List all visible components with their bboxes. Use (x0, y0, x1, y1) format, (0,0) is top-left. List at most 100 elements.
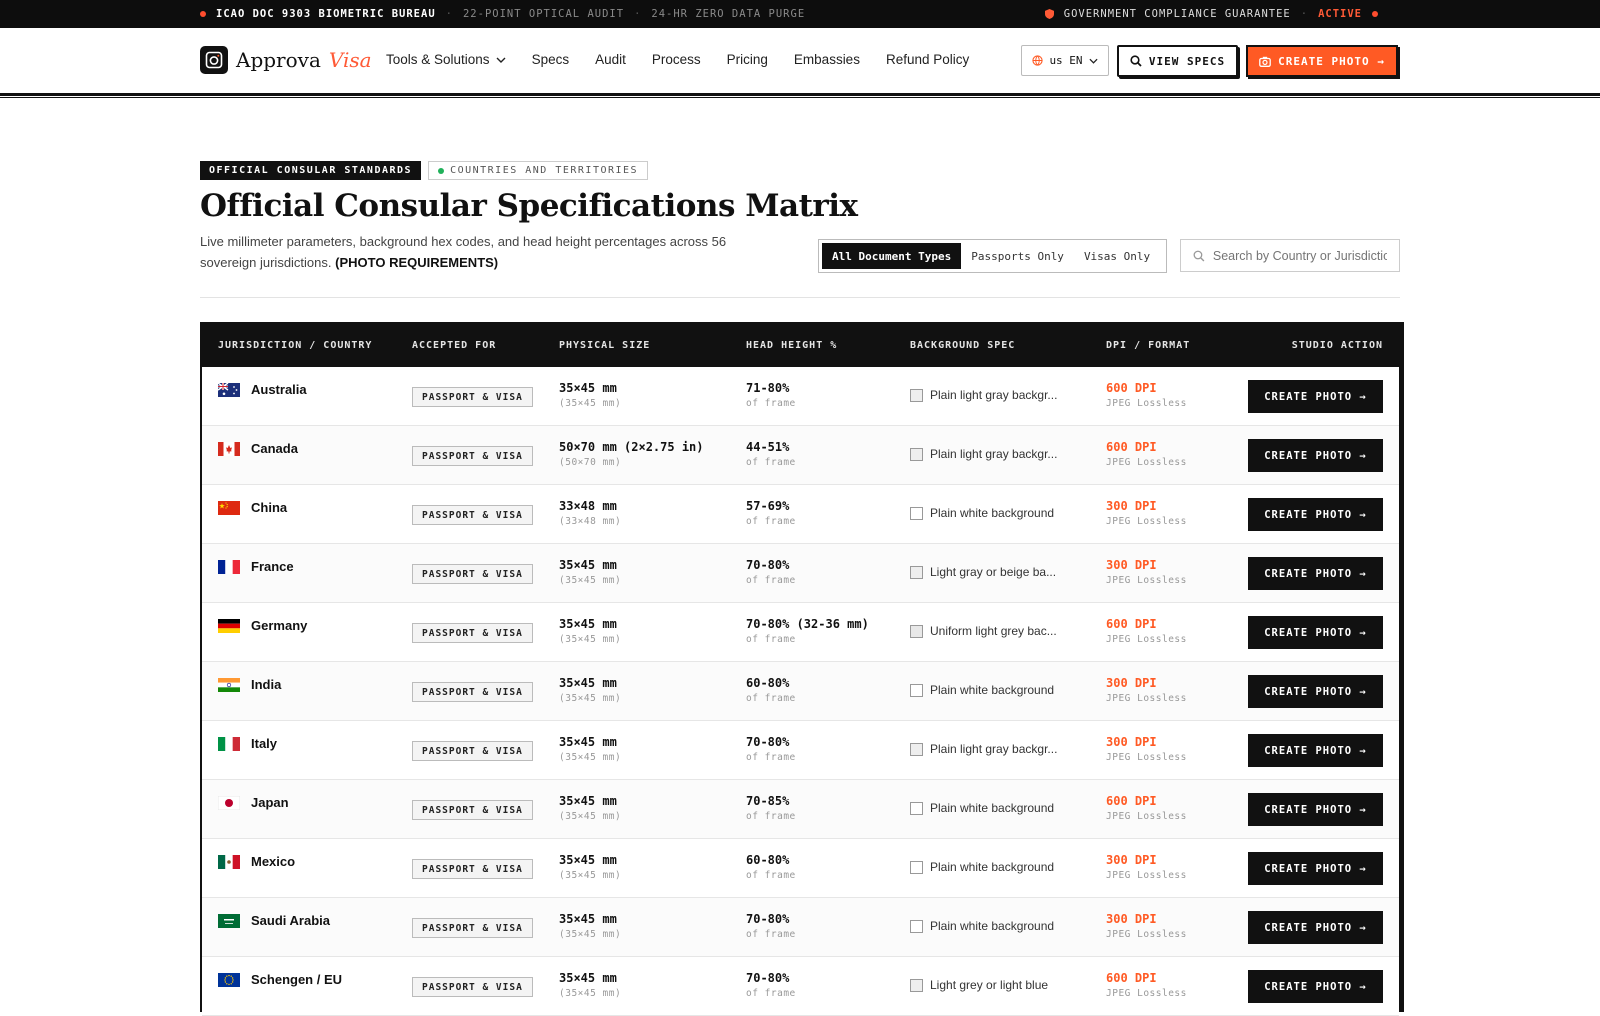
filter-passports-only[interactable]: Passports Only (961, 243, 1074, 269)
section-divider (200, 297, 1400, 298)
col-background-spec[interactable]: BACKGROUND SPEC (910, 340, 1015, 351)
create-photo-header-button[interactable]: CREATE PHOTO → (1246, 45, 1398, 77)
topbar-audit: 22-POINT OPTICAL AUDIT (462, 8, 625, 20)
country-name: Canada (251, 441, 298, 456)
create-photo-button[interactable]: CREATE PHOTO → (1248, 557, 1383, 590)
physical-size-cell: 35×45 mm (35×45 mm) (559, 853, 621, 881)
head-height-sub: of frame (746, 575, 796, 586)
background-swatch (910, 860, 923, 874)
physical-size-sub: (35×45 mm) (559, 575, 622, 586)
head-height-sub: of frame (746, 988, 796, 999)
head-height-cell: 71-80% of frame (746, 381, 796, 409)
status-dot-icon (1372, 11, 1378, 17)
background-swatch (910, 388, 923, 402)
create-photo-button[interactable]: CREATE PHOTO → (1248, 498, 1383, 531)
dpi-value: 600 DPI (1106, 440, 1157, 454)
search-icon (1130, 55, 1142, 67)
dpi-format-cell: 600 DPI JPEG Lossless (1106, 381, 1187, 409)
dpi-format-cell: 600 DPI JPEG Lossless (1106, 617, 1187, 645)
format-value: JPEG Lossless (1106, 693, 1187, 704)
logo-name: Approva (236, 48, 321, 72)
camera-logo-icon (200, 46, 228, 74)
language-selector[interactable]: us EN (1021, 45, 1109, 76)
background-spec: Plain light gray backgr... (930, 742, 1058, 756)
physical-size: 35×45 mm (559, 853, 617, 867)
view-specs-button[interactable]: VIEW SPECS (1117, 45, 1238, 77)
physical-size: 35×45 mm (559, 971, 617, 985)
physical-size-sub: (35×45 mm) (559, 929, 622, 940)
main-nav: Tools & Solutions Specs Audit Process Pr… (386, 52, 969, 67)
physical-size: 50×70 mm (2×2.75 in) (559, 440, 704, 454)
dpi-format-cell: 300 DPI JPEG Lossless (1106, 676, 1187, 704)
dpi-format-cell: 300 DPI JPEG Lossless (1106, 499, 1187, 527)
background-spec-cell: Uniform light grey bac... (910, 624, 1057, 638)
head-height-cell: 60-80% of frame (746, 676, 796, 704)
country-cell: Schengen / EU (218, 972, 342, 987)
dpi-value: 300 DPI (1106, 853, 1157, 867)
create-photo-button[interactable]: CREATE PHOTO → (1248, 675, 1383, 708)
head-height-cell: 70-80% of frame (746, 558, 796, 586)
topbar-status: ACTIVE (1318, 8, 1362, 20)
col-head-height[interactable]: HEAD HEIGHT % (746, 340, 837, 351)
head-height-cell: 60-80% of frame (746, 853, 796, 881)
head-height-sub: of frame (746, 929, 796, 940)
head-height: 70-80% (32-36 mm) (746, 617, 869, 631)
create-photo-button[interactable]: CREATE PHOTO → (1248, 970, 1383, 1003)
create-photo-button[interactable]: CREATE PHOTO → (1248, 734, 1383, 767)
filter-all-document-types[interactable]: All Document Types (822, 243, 962, 269)
head-height: 70-85% (746, 794, 790, 808)
col-dpi-format[interactable]: DPI / FORMAT (1106, 340, 1190, 351)
col-physical-size[interactable]: PHYSICAL SIZE (559, 340, 650, 351)
table-row: China PASSPORT & VISA 33×48 mm (33×48 mm) 57… (202, 485, 1399, 544)
physical-size-cell: 35×45 mm (35×45 mm) (559, 381, 621, 409)
search-input[interactable] (1212, 248, 1387, 263)
format-value: JPEG Lossless (1106, 457, 1187, 468)
format-value: JPEG Lossless (1106, 870, 1187, 881)
nav-tools-solutions[interactable]: Tools & Solutions (386, 52, 506, 67)
nav-specs[interactable]: Specs (532, 52, 570, 67)
topbar-separator: · (634, 8, 642, 20)
head-height-sub: of frame (746, 457, 796, 468)
accepted-for-tag: PASSPORT & VISA (412, 564, 533, 584)
head-height: 70-80% (746, 558, 790, 572)
create-photo-button[interactable]: CREATE PHOTO → (1248, 439, 1383, 472)
table-row: Schengen / EU PASSPORT & VISA 35×45 mm (35×… (202, 957, 1399, 1016)
country-search[interactable] (1180, 239, 1400, 272)
create-photo-button[interactable]: CREATE PHOTO → (1248, 616, 1383, 649)
physical-size-cell: 35×45 mm (35×45 mm) (559, 676, 621, 704)
filter-visas-only[interactable]: Visas Only (1074, 243, 1160, 269)
nav-refund-policy[interactable]: Refund Policy (886, 52, 969, 67)
nav-audit[interactable]: Audit (595, 52, 626, 67)
country-cell: Japan (218, 795, 289, 810)
top-status-bar: ICAO DOC 9303 BIOMETRIC BUREAU · 22-POIN… (0, 0, 1600, 28)
create-photo-button[interactable]: CREATE PHOTO → (1248, 911, 1383, 944)
physical-size: 33×48 mm (559, 499, 617, 513)
nav-process[interactable]: Process (652, 52, 701, 67)
page-subtitle: Live millimeter parameters, background h… (200, 231, 760, 273)
flag-au-icon (218, 382, 240, 397)
country-cell: Italy (218, 736, 277, 751)
background-spec: Light grey or light blue (930, 978, 1049, 992)
col-studio-action: STUDIO ACTION (1291, 340, 1383, 351)
col-jurisdiction[interactable]: JURISDICTION / COUNTRY (218, 340, 372, 351)
dpi-format-cell: 300 DPI JPEG Lossless (1106, 558, 1187, 586)
background-spec-cell: Light grey or light blue (910, 978, 1048, 992)
header-divider (0, 93, 1600, 96)
col-accepted-for[interactable]: ACCEPTED FOR (412, 340, 496, 351)
background-spec: Light gray or beige ba... (930, 565, 1057, 579)
logo[interactable]: Approva Visa (200, 46, 372, 74)
physical-size-sub: (35×45 mm) (559, 398, 622, 409)
physical-size-cell: 35×45 mm (35×45 mm) (559, 912, 621, 940)
country-cell: India (218, 677, 281, 692)
background-swatch (910, 624, 923, 638)
dpi-value: 600 DPI (1106, 381, 1157, 395)
format-value: JPEG Lossless (1106, 988, 1187, 999)
nav-pricing[interactable]: Pricing (727, 52, 768, 67)
create-photo-button[interactable]: CREATE PHOTO → (1248, 793, 1383, 826)
flag-in-icon (218, 677, 240, 692)
physical-size-cell: 35×45 mm (35×45 mm) (559, 617, 621, 645)
nav-embassies[interactable]: Embassies (794, 52, 860, 67)
create-photo-button[interactable]: CREATE PHOTO → (1248, 380, 1383, 413)
create-photo-button[interactable]: CREATE PHOTO → (1248, 852, 1383, 885)
background-swatch (910, 683, 923, 697)
